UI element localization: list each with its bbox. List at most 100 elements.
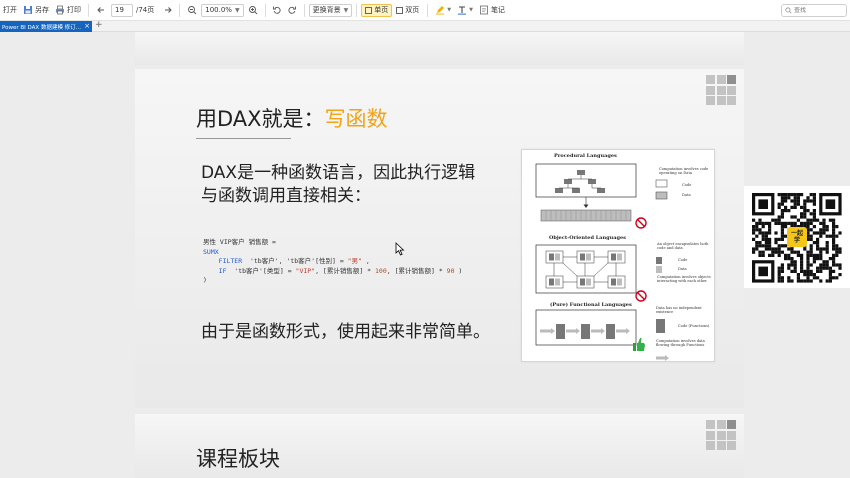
save-as-label: 另存: [35, 6, 49, 14]
code-if-args-c: , [累计销售额] *: [386, 266, 447, 275]
code-line-measure: 男性 VIP客户 销售额 =: [203, 238, 276, 246]
chevron-down-icon: ▼: [447, 7, 452, 13]
close-icon[interactable]: ×: [84, 22, 90, 30]
rotate-left-icon: [273, 6, 281, 14]
procedural-note: Computation involves code operating on D…: [659, 167, 709, 176]
toolbar-divider: [264, 3, 266, 17]
text-tool-button[interactable]: ▼: [454, 2, 476, 19]
slide-title: 用DAX就是：写函数: [196, 103, 388, 133]
double-page-label: 双页: [405, 6, 420, 14]
prohibited-icon: [635, 217, 647, 229]
page-number-input[interactable]: 19: [111, 3, 133, 17]
note-button[interactable]: 笔记: [476, 2, 508, 19]
single-page-button[interactable]: 单页: [361, 3, 393, 17]
legend-data: Data: [682, 193, 691, 197]
code-filter-end: ,: [362, 257, 370, 265]
mouse-cursor-icon: [395, 242, 405, 256]
zoom-in-icon: [249, 6, 258, 15]
slide-logo: [706, 420, 736, 450]
next-page-button[interactable]: [160, 3, 175, 18]
functional-note-1: Data has no independent existence: [656, 306, 702, 315]
functional-title: (Pure) Functional Languages: [550, 302, 632, 308]
functional-legend-code: Code (Functions): [678, 324, 710, 328]
highlighter-icon: [436, 6, 445, 15]
open-button[interactable]: 打开: [0, 2, 20, 19]
main-toolbar: 打开 另存 打印 19 /74页 100.0% ▼ 更换背景 ▼ 单页 双页 ▼…: [0, 0, 850, 21]
print-button[interactable]: 打印: [52, 2, 84, 19]
printer-icon: [56, 5, 64, 15]
oo-legend-code: Code: [678, 258, 688, 262]
slide-logo: [706, 75, 736, 105]
body-line-2: 与函数调用直接相关：: [201, 186, 371, 206]
chevron-down-icon: ▼: [343, 6, 349, 14]
document-viewer[interactable]: 用DAX就是：写函数 DAX是一种函数语言，因此执行逻辑 与函数调用直接相关： …: [0, 32, 850, 478]
code-filter-args: 'tb客户', 'tb客户'[性别] =: [242, 257, 348, 265]
qr-code-panel[interactable]: 一起 学: [744, 186, 850, 288]
double-page-icon: [396, 6, 404, 14]
prohibited-icon: [635, 290, 647, 302]
search-box[interactable]: [781, 4, 847, 17]
prev-page-button[interactable]: [93, 3, 108, 18]
single-page-label: 单页: [374, 6, 389, 14]
save-icon: [24, 6, 32, 14]
zoom-out-button[interactable]: [184, 3, 199, 18]
previous-page: [135, 32, 744, 65]
zoom-out-icon: [187, 6, 197, 15]
rotate-right-icon: [288, 6, 297, 14]
page-current: 19: [115, 6, 124, 14]
page-total: /74页: [136, 6, 155, 14]
oo-title: Object-Oriented Languages: [549, 235, 626, 241]
toolbar-divider: [303, 3, 305, 17]
paradigm-figure: Procedural Languages Computation involve…: [521, 149, 715, 362]
code-filter: FILTER: [218, 257, 243, 265]
oo-note-2: Computation involves objects interacting…: [657, 275, 711, 284]
qr-badge: 一起 学: [787, 227, 807, 247]
arrow-right-icon: [164, 7, 172, 13]
functional-note-2: Computation involves data flowing throug…: [656, 339, 705, 348]
background-select[interactable]: 更换背景 ▼: [308, 3, 353, 17]
zoom-select[interactable]: 100.0% ▼: [201, 3, 244, 17]
rotate-right-button[interactable]: [285, 3, 300, 18]
arrow-left-icon: [96, 7, 104, 13]
code-if-args-a: 'tb客户'[类型] =: [226, 266, 296, 275]
slide-body-text: DAX是一种函数语言，因此执行逻辑 与函数调用直接相关：: [201, 162, 475, 208]
highlighter-button[interactable]: ▼: [432, 2, 454, 19]
code-if-args-b: , [累计销售额] *: [315, 266, 376, 275]
double-page-button[interactable]: 双页: [392, 4, 423, 17]
slide-page: 用DAX就是：写函数 DAX是一种函数语言，因此执行逻辑 与函数调用直接相关： …: [135, 69, 744, 408]
note-label: 笔记: [490, 6, 505, 14]
search-input[interactable]: [794, 7, 844, 14]
chevron-down-icon: ▼: [234, 6, 240, 14]
toolbar-divider: [427, 3, 429, 17]
title-underline: [196, 138, 291, 139]
open-label: 打开: [3, 6, 17, 14]
note-icon: [480, 5, 488, 15]
toolbar-divider: [356, 3, 358, 17]
code-if-string: "VIP": [295, 266, 316, 275]
slide-title-plain: 用DAX就是：: [196, 107, 325, 131]
qr-badge-line-2: 学: [793, 237, 800, 244]
qr-badge-line-1: 一起: [790, 230, 803, 237]
legend-code: Code: [682, 182, 692, 187]
text-icon: [458, 6, 467, 15]
search-icon: [785, 7, 792, 14]
document-tabbar: Power BI DAX 数据建模 修订… × +: [0, 20, 850, 32]
print-label: 打印: [67, 6, 81, 14]
code-sumx: SUMX: [203, 247, 219, 256]
toolbar-divider: [179, 3, 181, 17]
next-slide-page: 课程板块: [135, 414, 744, 478]
background-label: 更换背景: [312, 6, 341, 14]
save-as-button[interactable]: 另存: [20, 2, 52, 19]
toolbar-divider: [88, 3, 89, 17]
rotate-left-button[interactable]: [270, 3, 285, 18]
add-tab-button[interactable]: +: [95, 20, 103, 30]
code-if-num-2: 90: [446, 266, 455, 275]
chevron-down-icon: ▼: [469, 7, 473, 13]
oo-note-1: An object encapsulates both code and dat…: [657, 242, 709, 251]
oo-legend-data: Data: [678, 267, 687, 271]
zoom-in-button[interactable]: [246, 3, 261, 18]
slide-conclusion: 由于是函数形式，使用起来非常简单。: [201, 322, 490, 342]
document-tab[interactable]: Power BI DAX 数据建模 修订… ×: [0, 21, 92, 32]
slide-title-highlight: 写函数: [324, 107, 388, 131]
code-if-num-1: 100: [375, 266, 387, 275]
